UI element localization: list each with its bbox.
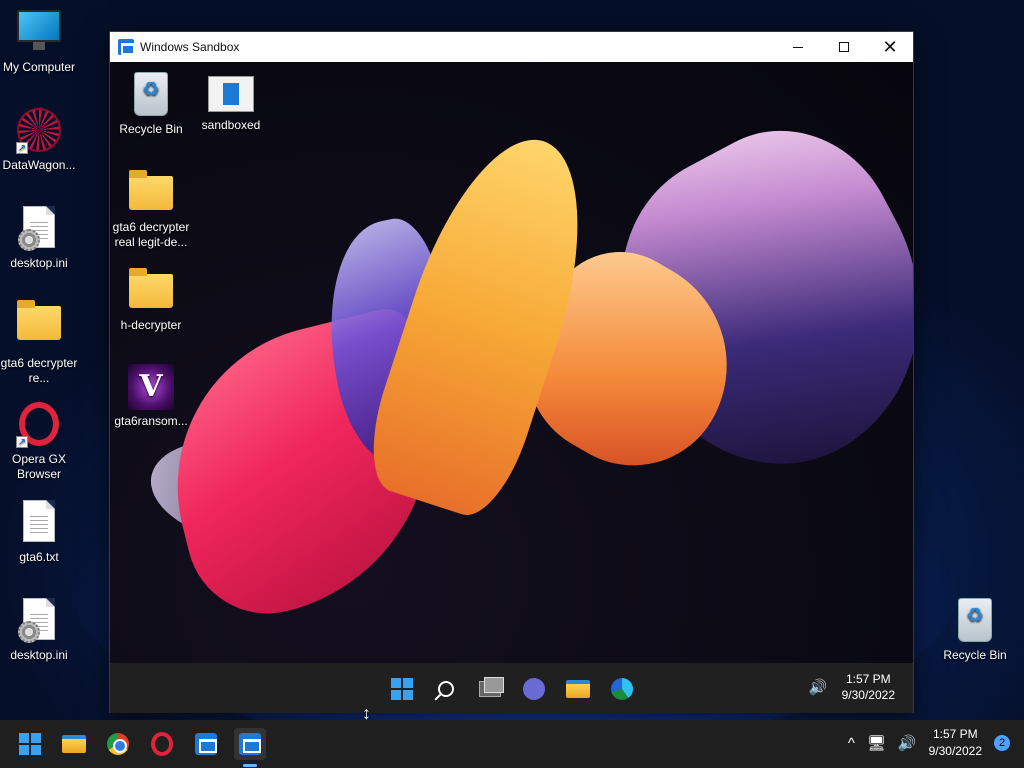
guest-start-button[interactable] bbox=[386, 673, 418, 705]
host-taskbar: ^ 🖥 🔊 1:57 PM 9/30/2022 2 bbox=[0, 720, 1024, 768]
guest-edge-button[interactable] bbox=[606, 673, 638, 705]
task-view-icon bbox=[479, 677, 504, 697]
guest-file-explorer-button[interactable] bbox=[562, 673, 594, 705]
window-title: Windows Sandbox bbox=[140, 40, 240, 54]
desktop-icon-opera-gx[interactable]: ↗ Opera GX Browser bbox=[0, 402, 78, 482]
guest-icon-gta6-decrypter[interactable]: gta6 decrypter real legit-de... bbox=[110, 170, 192, 250]
taskbar-opera-gx[interactable] bbox=[146, 728, 178, 760]
desktop-icon-datawagon[interactable]: ↗ DataWagon... bbox=[0, 108, 78, 173]
guest-search-button[interactable] bbox=[430, 673, 462, 705]
folder-icon bbox=[16, 300, 62, 352]
file-explorer-icon bbox=[62, 735, 86, 753]
settings-file-icon bbox=[16, 206, 62, 252]
opera-gx-icon bbox=[151, 732, 173, 756]
chevron-up-icon[interactable]: ^ bbox=[848, 735, 855, 752]
guest-clock[interactable]: 1:57 PM 9/30/2022 bbox=[842, 671, 895, 703]
guest-desktop[interactable]: Recycle Bin sandboxed gta6 decrypter rea… bbox=[110, 62, 913, 663]
search-icon bbox=[438, 681, 454, 697]
chat-icon bbox=[523, 678, 545, 700]
file-explorer-icon bbox=[566, 680, 590, 698]
guest-icon-h-decrypter[interactable]: h-decrypter bbox=[110, 268, 192, 333]
folder-icon bbox=[128, 268, 174, 314]
sandbox-icon bbox=[195, 733, 217, 755]
maximize-button[interactable] bbox=[821, 32, 867, 62]
recycle-bin-icon bbox=[952, 598, 998, 644]
opera-gx-icon: ↗ bbox=[16, 402, 62, 448]
sandbox-window[interactable]: Windows Sandbox ✕ Recycle Bin sandboxed … bbox=[109, 31, 914, 713]
v-app-icon: V bbox=[128, 364, 174, 410]
desktop-icon-gta6-txt[interactable]: gta6.txt bbox=[0, 500, 78, 565]
close-icon: ✕ bbox=[882, 37, 898, 57]
guest-icon-gta6ransom[interactable]: V gta6ransom... bbox=[110, 364, 192, 429]
settings-file-icon bbox=[16, 598, 62, 644]
minimize-button[interactable] bbox=[775, 32, 821, 62]
taskbar-chrome[interactable] bbox=[102, 728, 134, 760]
desktop-icon-gta6-decrypter[interactable]: gta6 decrypter re... bbox=[0, 300, 78, 386]
start-icon bbox=[19, 733, 41, 755]
guest-icon-recycle-bin[interactable]: Recycle Bin bbox=[110, 72, 192, 137]
volume-icon[interactable]: 🔊 bbox=[898, 734, 917, 752]
text-file-icon bbox=[16, 500, 62, 546]
shortcut-arrow-icon: ↗ bbox=[16, 436, 28, 448]
shortcut-arrow-icon: ↗ bbox=[16, 142, 28, 154]
desktop-icon-recycle-bin[interactable]: Recycle Bin bbox=[936, 598, 1014, 663]
guest-icon-sandboxed[interactable]: sandboxed bbox=[190, 72, 272, 133]
minimize-icon bbox=[793, 46, 803, 48]
host-clock[interactable]: 1:57 PM 9/30/2022 bbox=[929, 726, 982, 760]
chrome-icon bbox=[107, 733, 129, 755]
sandbox-icon bbox=[118, 39, 135, 55]
folder-icon bbox=[128, 170, 174, 216]
start-button[interactable] bbox=[14, 728, 46, 760]
sandbox-icon bbox=[239, 733, 261, 755]
close-button[interactable]: ✕ bbox=[867, 32, 913, 62]
maximize-icon bbox=[839, 42, 849, 52]
desktop-icon-my-computer[interactable]: My Computer bbox=[0, 10, 78, 75]
recycle-bin-icon bbox=[128, 72, 174, 118]
monitor-icon bbox=[16, 10, 62, 56]
guest-taskbar: 🔊 1:57 PM 9/30/2022 bbox=[110, 663, 913, 713]
desktop-icon-desktop-ini-2[interactable]: desktop.ini bbox=[0, 598, 78, 663]
taskbar-sandbox-active[interactable] bbox=[234, 728, 266, 767]
start-icon bbox=[391, 678, 413, 700]
window-title-bar[interactable]: Windows Sandbox ✕ bbox=[110, 32, 913, 62]
guest-chat-button[interactable] bbox=[518, 673, 550, 705]
taskbar-sandbox[interactable] bbox=[190, 728, 222, 760]
datawagon-icon: ↗ bbox=[16, 108, 62, 154]
sandboxed-file-icon bbox=[208, 76, 254, 112]
volume-icon[interactable]: 🔊 bbox=[809, 678, 828, 696]
desktop-icon-desktop-ini[interactable]: desktop.ini bbox=[0, 206, 78, 271]
network-icon[interactable]: 🖥 bbox=[867, 734, 886, 752]
notification-badge[interactable]: 2 bbox=[994, 735, 1010, 751]
edge-icon bbox=[611, 678, 633, 700]
guest-task-view-button[interactable] bbox=[474, 673, 506, 705]
taskbar-file-explorer[interactable] bbox=[58, 728, 90, 760]
